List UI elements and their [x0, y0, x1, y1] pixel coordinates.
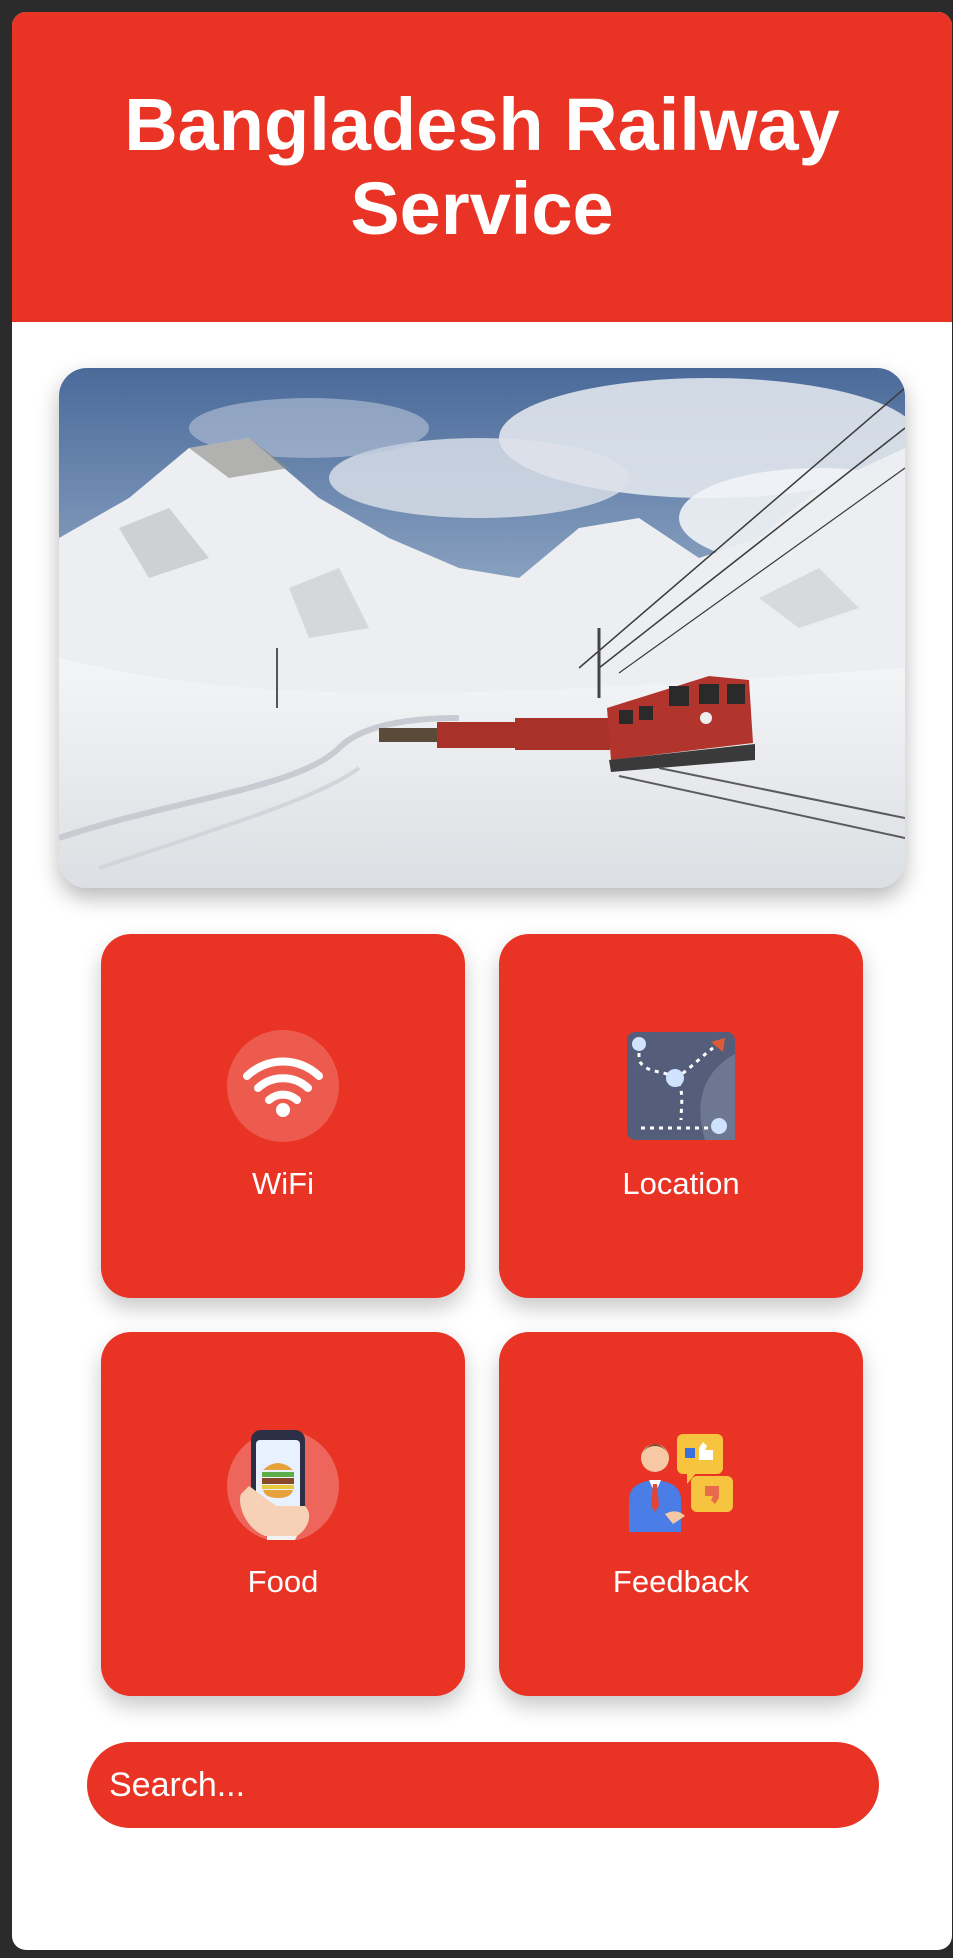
- hero-image: [59, 368, 905, 888]
- search-input[interactable]: [87, 1742, 879, 1828]
- location-tile[interactable]: Location: [499, 934, 863, 1298]
- snowy-mountain-train-photo: [59, 368, 905, 888]
- food-order-phone-icon: [227, 1428, 339, 1540]
- feedback-tile[interactable]: Feedback: [499, 1332, 863, 1696]
- feedback-label: Feedback: [612, 1564, 750, 1599]
- app-header: Bangladesh Railway Service: [12, 12, 952, 322]
- map-location-icon: [625, 1030, 737, 1142]
- location-label: Location: [622, 1166, 740, 1201]
- wifi-label: WiFi: [252, 1166, 314, 1201]
- wifi-tile[interactable]: WiFi: [101, 934, 465, 1298]
- food-label: Food: [247, 1564, 319, 1599]
- wifi-icon: [227, 1030, 339, 1142]
- feedback-person-icon: [625, 1428, 737, 1540]
- food-tile[interactable]: Food: [101, 1332, 465, 1696]
- page-title: Bangladesh Railway Service: [124, 83, 840, 250]
- app-screen: Bangladesh Railway Service WiFi Location…: [12, 12, 952, 1950]
